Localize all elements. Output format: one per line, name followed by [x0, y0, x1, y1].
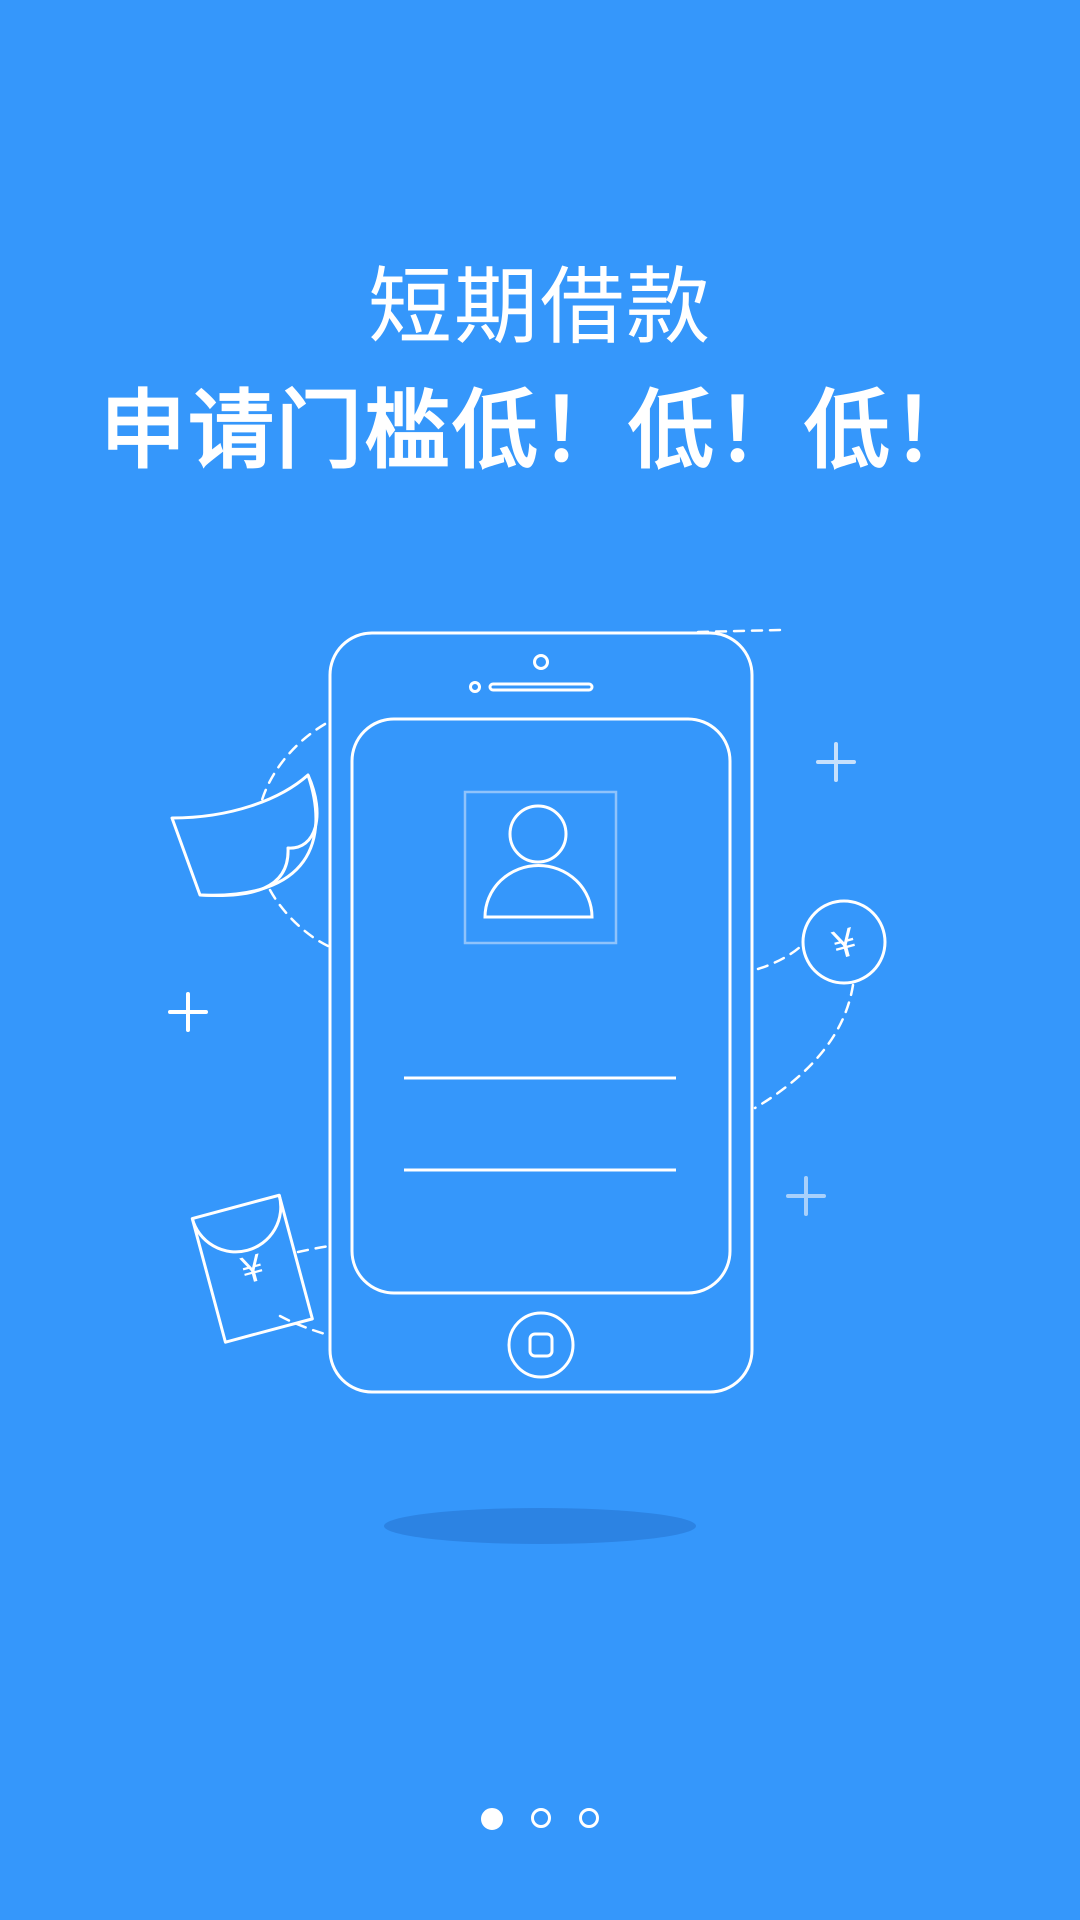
page-indicator [0, 1808, 1080, 1830]
page-dot-2[interactable] [531, 1808, 551, 1828]
envelope-currency-symbol: ¥ [236, 1247, 269, 1293]
user-avatar-icon [463, 790, 618, 945]
phone-shadow [384, 1508, 696, 1544]
onboarding-screen[interactable]: 短期借款 申请门槛低！低！低！ ¥ ¥ [0, 0, 1080, 1920]
red-envelope-icon: ¥ [190, 1193, 314, 1344]
page-dot-3[interactable] [579, 1808, 599, 1828]
phone-icon [328, 631, 754, 1394]
loan-illustration: ¥ ¥ [168, 628, 887, 1544]
yuan-coin-icon: ¥ [801, 899, 887, 985]
coin-currency-symbol: ¥ [827, 920, 862, 969]
banknote-icon [170, 773, 319, 898]
page-dot-1[interactable] [481, 1808, 503, 1830]
